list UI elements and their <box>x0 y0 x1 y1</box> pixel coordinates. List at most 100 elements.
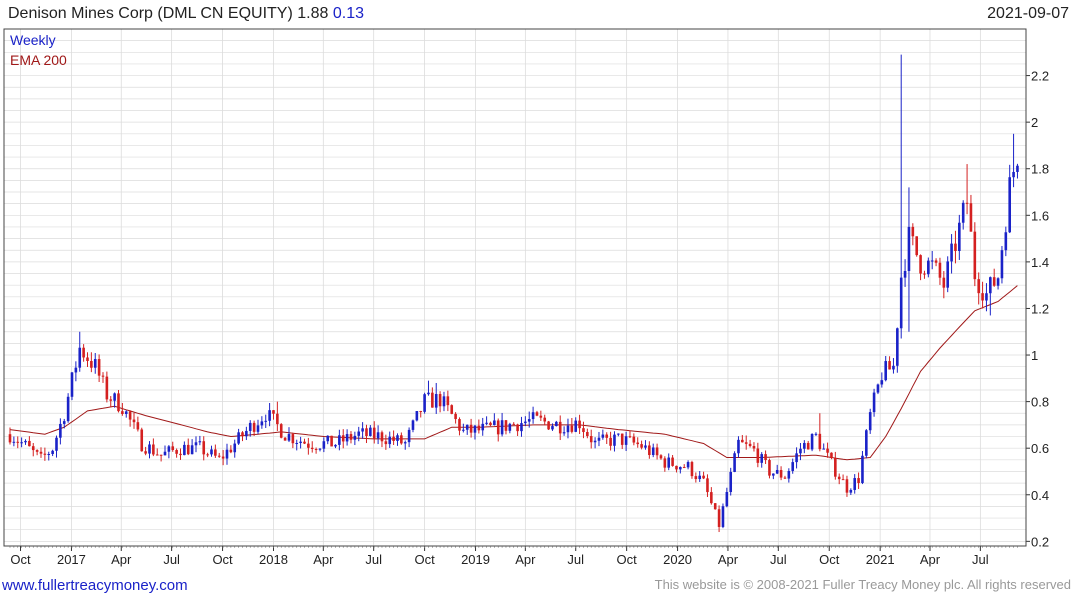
candle <box>82 344 85 362</box>
candle-body <box>105 376 109 400</box>
candle-body <box>764 454 767 461</box>
candle-body <box>977 279 980 294</box>
candle-body <box>748 443 752 447</box>
candle <box>861 450 864 485</box>
candle <box>330 435 333 447</box>
x-tick-label: Oct <box>414 552 435 567</box>
candle <box>737 436 740 458</box>
candle <box>837 473 841 485</box>
candle <box>783 475 787 480</box>
candle <box>279 423 283 439</box>
candle <box>768 458 771 479</box>
candle-body <box>210 449 213 455</box>
candle <box>787 468 791 483</box>
candle <box>59 418 62 445</box>
candle-body <box>934 260 938 263</box>
candle-body <box>861 455 864 484</box>
candle <box>369 425 372 437</box>
legend-weekly: Weekly <box>10 32 56 48</box>
candle <box>388 431 392 448</box>
website-link[interactable]: www.fullertreacymoney.com <box>2 577 188 594</box>
candle <box>547 420 550 430</box>
candle <box>985 283 988 312</box>
candle-body <box>101 375 105 377</box>
candle <box>892 358 895 374</box>
candle <box>384 434 388 450</box>
candle <box>744 435 748 450</box>
candle-body <box>950 243 953 262</box>
candle-body <box>155 454 159 456</box>
candle-body <box>589 436 593 443</box>
candle-body <box>35 450 39 452</box>
candle-body <box>624 436 628 445</box>
candle <box>756 442 760 468</box>
y-tick-label: 0.4 <box>1031 488 1049 503</box>
candle-body <box>78 347 82 368</box>
candle <box>535 410 539 417</box>
candle <box>179 448 182 460</box>
candle-body <box>729 471 733 493</box>
candle <box>973 222 977 287</box>
candle-body <box>62 421 66 424</box>
candle-body <box>24 440 27 443</box>
candle <box>601 429 605 440</box>
candle <box>903 259 907 287</box>
candle-body <box>946 261 950 288</box>
candle <box>810 433 814 452</box>
candle <box>977 272 980 305</box>
candle <box>927 257 930 278</box>
candle-body <box>295 442 299 444</box>
candle-body <box>698 475 702 480</box>
candle-body <box>806 442 810 450</box>
candle-body <box>651 447 655 456</box>
candle <box>698 471 702 482</box>
candle-body <box>186 444 190 455</box>
x-tick-label: 2021 <box>866 552 895 567</box>
candle <box>760 452 764 468</box>
candle-body <box>260 421 264 426</box>
candle-body <box>473 425 477 433</box>
candle-body <box>248 422 252 431</box>
candle <box>477 419 481 434</box>
candle-body <box>217 455 221 457</box>
candle-body <box>124 411 128 414</box>
candle-body <box>516 424 519 432</box>
candle-body <box>744 442 748 444</box>
candle <box>950 234 953 274</box>
candle-body <box>775 469 779 474</box>
candle-body <box>884 361 888 381</box>
y-tick-label: 2.2 <box>1031 69 1049 84</box>
candle <box>210 445 213 457</box>
candle <box>795 447 798 469</box>
candle-body <box>849 489 853 493</box>
candle-body <box>400 435 403 444</box>
candle <box>713 502 717 510</box>
candle <box>632 433 636 446</box>
candle-body <box>438 394 442 407</box>
candle <box>566 418 570 439</box>
candle-body <box>632 436 636 443</box>
candle-body <box>663 458 667 468</box>
candle <box>411 419 415 433</box>
candle-body <box>535 412 539 416</box>
candle-body <box>958 222 961 252</box>
x-tick-label: Apr <box>920 552 941 567</box>
candle <box>493 413 496 426</box>
candle <box>345 429 349 446</box>
candle-body <box>582 428 585 433</box>
candle-body <box>713 503 717 510</box>
x-tick-label: 2017 <box>57 552 86 567</box>
candle-body <box>1004 232 1008 251</box>
candle-body <box>31 446 35 451</box>
candle-body <box>605 434 609 438</box>
candle <box>252 420 256 436</box>
candle <box>593 437 597 449</box>
candle <box>830 452 833 460</box>
candle <box>679 466 682 474</box>
candle <box>128 410 132 427</box>
candle-body <box>655 447 659 456</box>
x-tick-label: Apr <box>515 552 536 567</box>
candle <box>543 414 547 426</box>
candle <box>806 440 810 450</box>
candle <box>136 416 140 432</box>
